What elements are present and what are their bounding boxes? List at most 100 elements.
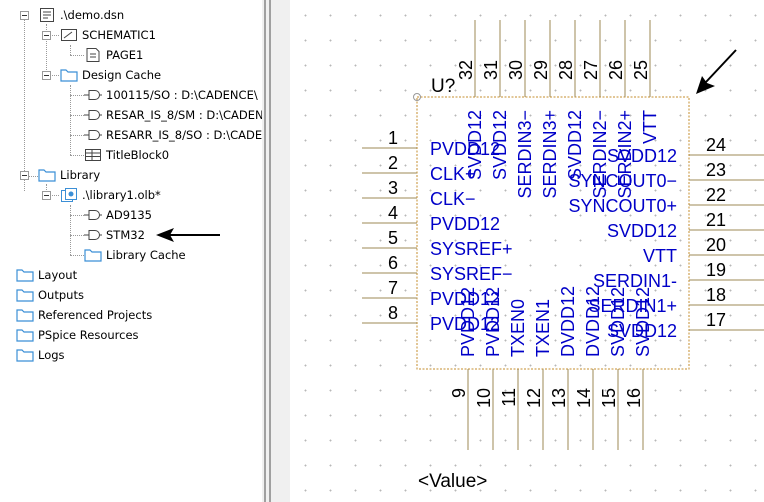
part-value-label: <Value> [418,471,487,492]
splitter-bar [264,0,266,502]
pin-name: SERDIN3− [515,110,535,199]
pin-name: SERDIN2− [590,110,610,199]
tree-connector-line [70,215,84,216]
tree-node-label: Referenced Projects [38,308,153,322]
pin-number: 12 [524,388,544,408]
folder-icon [16,347,34,363]
collapse-toggle-icon[interactable] [42,191,51,200]
pin-number: 1 [388,128,398,148]
tree-node-label: .\demo.dsn [60,8,125,22]
pin-name: DVDD12 [558,286,578,357]
tree-node-layout[interactable]: Layout [16,266,77,284]
folder-icon [16,267,34,283]
pin-number: 14 [574,388,594,408]
tree-connector-line [70,115,84,116]
pin-number: 3 [388,178,398,198]
pin-number: 8 [388,303,398,323]
tree-node-label: .\library1.olb* [82,188,161,202]
part-symbol-drawing: 1PVDD122CLK+3CLK−4PVDD125SYSREF+6SYSREF−… [362,20,764,492]
tree-node-outputs[interactable]: Outputs [16,286,84,304]
tree-node-titleblock[interactable]: TitleBlock0 [84,146,169,164]
annotation-arrow-left-icon [156,228,220,242]
pin-number: 4 [388,203,398,223]
tree-node-label: Logs [38,348,65,362]
annotation-arrow-head-icon [696,76,715,94]
pin-number: 30 [506,60,526,80]
schematic-folder-icon [60,27,78,43]
titleblock-icon [84,147,102,163]
folder-icon [16,307,34,323]
pin-name: VTT [643,246,677,266]
tree-node-part-stm32[interactable]: STM32 [84,226,145,244]
tree-connector-line [70,45,71,55]
pin-number: 5 [388,228,398,248]
tree-node-design-cache[interactable]: Design Cache [60,66,161,84]
part-reference-label: U? [431,76,455,97]
folder-icon [16,327,34,343]
tree-node-label: Library Cache [106,248,186,262]
collapse-toggle-icon[interactable] [20,171,29,180]
tree-node-library-olb[interactable]: .\library1.olb* [60,186,161,204]
schematic-canvas[interactable]: 1 PVDD12 2 CLK+ 3 CLK− 4 PVDD12 5 SYSREF+ 6 SYSREF−… [290,0,764,502]
pin-name: PVDD12 [430,214,500,234]
project-tree-panel: .\demo.dsn SCHEMATIC1 PAGE1 Design Cache 100… [0,0,262,502]
tree-node-part-resarr-so[interactable]: RESARR_IS_8/SO : D:\CADE [84,126,262,144]
folder-icon [60,67,78,83]
pin-name: TXEN0 [508,299,528,357]
pin-name: SYSREF+ [430,239,513,259]
tree-node-schematic[interactable]: SCHEMATIC1 [60,26,156,44]
pin-number: 31 [481,60,501,80]
pin-name: SVDD12 [608,287,628,357]
tree-node-part-resar-sm[interactable]: RESAR_IS_8/SM : D:\CADEN [84,106,262,124]
tree-node-referenced-projects[interactable]: Referenced Projects [16,306,152,324]
tree-node-pspice-resources[interactable]: PSpice Resources [16,326,139,344]
pin-name: DVDD12 [583,286,603,357]
tree-node-design-file[interactable]: .\demo.dsn [38,6,124,24]
pin-number: 28 [556,60,576,80]
collapse-toggle-icon[interactable] [42,31,51,40]
tree-node-label: Library [60,168,101,182]
tree-connector-line [70,55,84,56]
tree-node-library-cache[interactable]: Library Cache [84,246,186,264]
pin-number: 10 [474,388,494,408]
pin-name: PVDD12 [458,287,478,357]
panel-splitter[interactable] [262,0,290,502]
folder-icon [38,167,56,183]
tree-node-label: TitleBlock0 [106,148,170,162]
pin-name: SVDD12 [490,110,510,180]
folder-icon [16,287,34,303]
tree-node-library[interactable]: Library [38,166,100,184]
pin-number: 7 [388,278,398,298]
pin-number: 24 [706,135,726,155]
pin-name: SVDD12 [607,221,677,241]
tree-node-label: SCHEMATIC1 [82,28,156,42]
library-file-icon [60,187,78,203]
tree-node-label: Design Cache [82,68,162,82]
part-icon [84,127,102,143]
collapse-toggle-icon[interactable] [20,11,29,20]
pin-number: 22 [706,185,726,205]
pin-number: 9 [449,388,469,398]
pin-number: 29 [531,60,551,80]
page-icon [84,47,102,63]
pin-name: PVDD12 [483,287,503,357]
pin-number: 20 [706,235,726,255]
collapse-toggle-icon[interactable] [42,71,51,80]
pin-number: 16 [624,388,644,408]
tree-connector-line [70,205,71,255]
tree-node-page[interactable]: PAGE1 [84,46,143,64]
tree-node-logs[interactable]: Logs [16,346,65,364]
part-icon [84,107,102,123]
pin-name: SVDD12 [565,110,585,180]
pin-name: SYSREF− [430,264,513,284]
pin-number: 6 [388,253,398,273]
pin-number: 21 [706,210,726,230]
tree-node-part-ad9135[interactable]: AD9135 [84,206,152,224]
pin-number: 15 [599,388,619,408]
tree-node-part-100115[interactable]: 100115/SO : D:\CADENCE\ [84,86,258,104]
tree-connector-line [70,135,84,136]
pin-number: 27 [581,60,601,80]
pin-number: 11 [499,388,519,407]
pin-name: TXEN1 [533,299,553,357]
pin-number: 13 [549,388,569,408]
